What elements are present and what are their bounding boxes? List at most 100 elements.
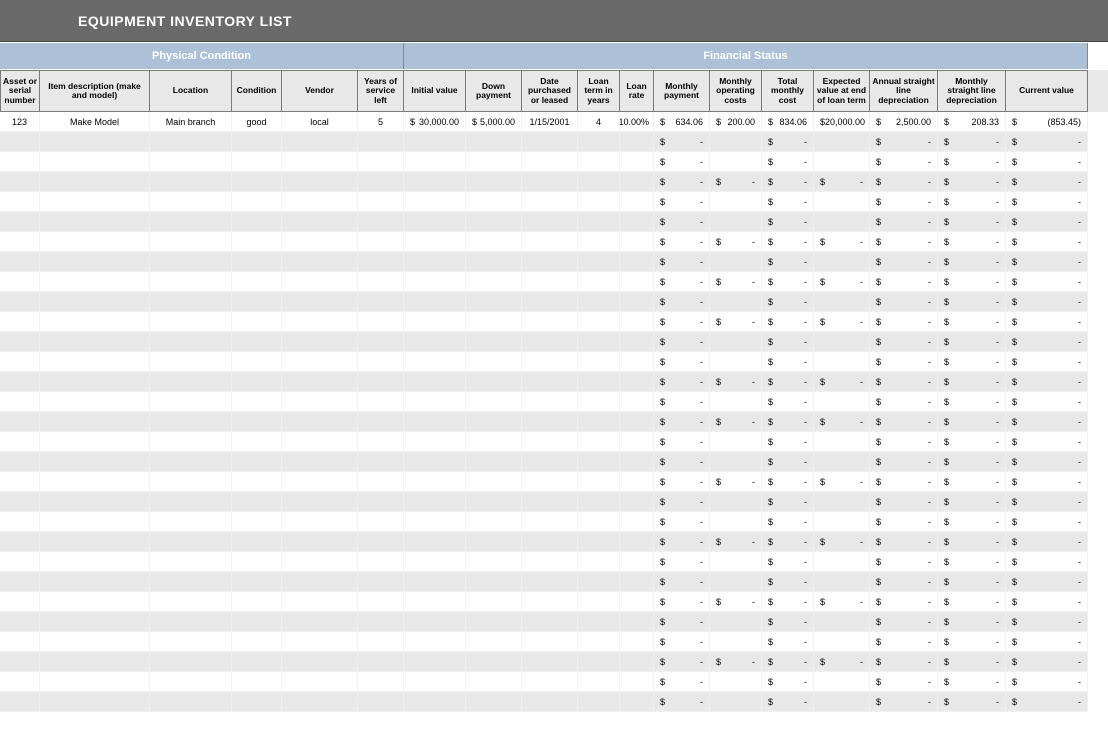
- cell-loc[interactable]: [150, 432, 232, 452]
- cell-mpay[interactable]: $-: [654, 492, 710, 512]
- cell-loc[interactable]: [150, 312, 232, 332]
- cell-desc[interactable]: [40, 572, 150, 592]
- cell-initv[interactable]: [404, 492, 466, 512]
- cell-rate[interactable]: [620, 552, 654, 572]
- cell-years[interactable]: [358, 492, 404, 512]
- cell-curr[interactable]: $-: [1006, 172, 1088, 192]
- cell-rate[interactable]: [620, 292, 654, 312]
- cell-exp[interactable]: $-: [814, 272, 870, 292]
- cell-cond[interactable]: [232, 372, 282, 392]
- cell-exp[interactable]: [814, 552, 870, 572]
- cell-term[interactable]: [578, 412, 620, 432]
- cell-initv[interactable]: [404, 292, 466, 312]
- cell-asl[interactable]: $-: [870, 512, 938, 532]
- cell-cond[interactable]: [232, 272, 282, 292]
- cell-years[interactable]: [358, 172, 404, 192]
- cell-down[interactable]: [466, 172, 522, 192]
- cell-date[interactable]: [522, 612, 578, 632]
- cell-down[interactable]: [466, 132, 522, 152]
- cell-down[interactable]: [466, 592, 522, 612]
- cell-down[interactable]: [466, 252, 522, 272]
- cell-term[interactable]: [578, 512, 620, 532]
- cell-vendor[interactable]: [282, 412, 358, 432]
- cell-asl[interactable]: $2,500.00: [870, 112, 938, 132]
- cell-vendor[interactable]: [282, 572, 358, 592]
- cell-date[interactable]: [522, 452, 578, 472]
- cell-asset[interactable]: 123: [0, 112, 40, 132]
- cell-vendor[interactable]: [282, 692, 358, 712]
- cell-exp[interactable]: [814, 492, 870, 512]
- cell-years[interactable]: [358, 272, 404, 292]
- cell-msl[interactable]: $-: [938, 432, 1006, 452]
- cell-rate[interactable]: [620, 212, 654, 232]
- cell-loc[interactable]: Main branch: [150, 112, 232, 132]
- cell-asl[interactable]: $-: [870, 472, 938, 492]
- cell-rate[interactable]: [620, 652, 654, 672]
- cell-asl[interactable]: $-: [870, 532, 938, 552]
- cell-initv[interactable]: [404, 352, 466, 372]
- cell-cond[interactable]: [232, 432, 282, 452]
- cell-down[interactable]: [466, 512, 522, 532]
- cell-exp[interactable]: $-: [814, 232, 870, 252]
- cell-down[interactable]: [466, 152, 522, 172]
- cell-msl[interactable]: $-: [938, 312, 1006, 332]
- cell-tmc[interactable]: $-: [762, 512, 814, 532]
- cell-desc[interactable]: [40, 492, 150, 512]
- cell-curr[interactable]: $-: [1006, 152, 1088, 172]
- cell-vendor[interactable]: [282, 652, 358, 672]
- cell-years[interactable]: [358, 232, 404, 252]
- cell-years[interactable]: [358, 592, 404, 612]
- cell-tmc[interactable]: $-: [762, 172, 814, 192]
- cell-curr[interactable]: $-: [1006, 432, 1088, 452]
- cell-tmc[interactable]: $-: [762, 352, 814, 372]
- cell-mpay[interactable]: $-: [654, 292, 710, 312]
- cell-years[interactable]: [358, 132, 404, 152]
- cell-term[interactable]: [578, 392, 620, 412]
- cell-years[interactable]: [358, 532, 404, 552]
- cell-exp[interactable]: $-: [814, 172, 870, 192]
- cell-asset[interactable]: [0, 132, 40, 152]
- cell-curr[interactable]: $-: [1006, 232, 1088, 252]
- cell-term[interactable]: [578, 252, 620, 272]
- cell-term[interactable]: [578, 372, 620, 392]
- cell-down[interactable]: [466, 232, 522, 252]
- cell-initv[interactable]: [404, 472, 466, 492]
- cell-date[interactable]: [522, 232, 578, 252]
- cell-mop[interactable]: $200.00: [710, 112, 762, 132]
- cell-mpay[interactable]: $-: [654, 572, 710, 592]
- cell-msl[interactable]: $-: [938, 552, 1006, 572]
- cell-cond[interactable]: good: [232, 112, 282, 132]
- cell-mop[interactable]: [710, 252, 762, 272]
- cell-initv[interactable]: [404, 692, 466, 712]
- cell-exp[interactable]: [814, 672, 870, 692]
- cell-date[interactable]: [522, 492, 578, 512]
- cell-vendor[interactable]: [282, 612, 358, 632]
- cell-rate[interactable]: [620, 352, 654, 372]
- cell-years[interactable]: [358, 512, 404, 532]
- cell-down[interactable]: [466, 332, 522, 352]
- cell-exp[interactable]: [814, 692, 870, 712]
- cell-mop[interactable]: [710, 632, 762, 652]
- cell-asset[interactable]: [0, 292, 40, 312]
- cell-desc[interactable]: [40, 472, 150, 492]
- cell-mop[interactable]: [710, 432, 762, 452]
- cell-mpay[interactable]: $-: [654, 172, 710, 192]
- cell-rate[interactable]: [620, 192, 654, 212]
- cell-cond[interactable]: [232, 392, 282, 412]
- cell-asset[interactable]: [0, 412, 40, 432]
- cell-curr[interactable]: $-: [1006, 272, 1088, 292]
- cell-curr[interactable]: $-: [1006, 252, 1088, 272]
- cell-msl[interactable]: $-: [938, 532, 1006, 552]
- cell-date[interactable]: [522, 292, 578, 312]
- cell-asl[interactable]: $-: [870, 352, 938, 372]
- cell-msl[interactable]: $208.33: [938, 112, 1006, 132]
- cell-curr[interactable]: $-: [1006, 472, 1088, 492]
- cell-rate[interactable]: [620, 452, 654, 472]
- cell-initv[interactable]: [404, 172, 466, 192]
- cell-asl[interactable]: $-: [870, 292, 938, 312]
- cell-desc[interactable]: [40, 392, 150, 412]
- cell-cond[interactable]: [232, 212, 282, 232]
- cell-term[interactable]: [578, 592, 620, 612]
- cell-exp[interactable]: [814, 612, 870, 632]
- cell-mop[interactable]: $-: [710, 532, 762, 552]
